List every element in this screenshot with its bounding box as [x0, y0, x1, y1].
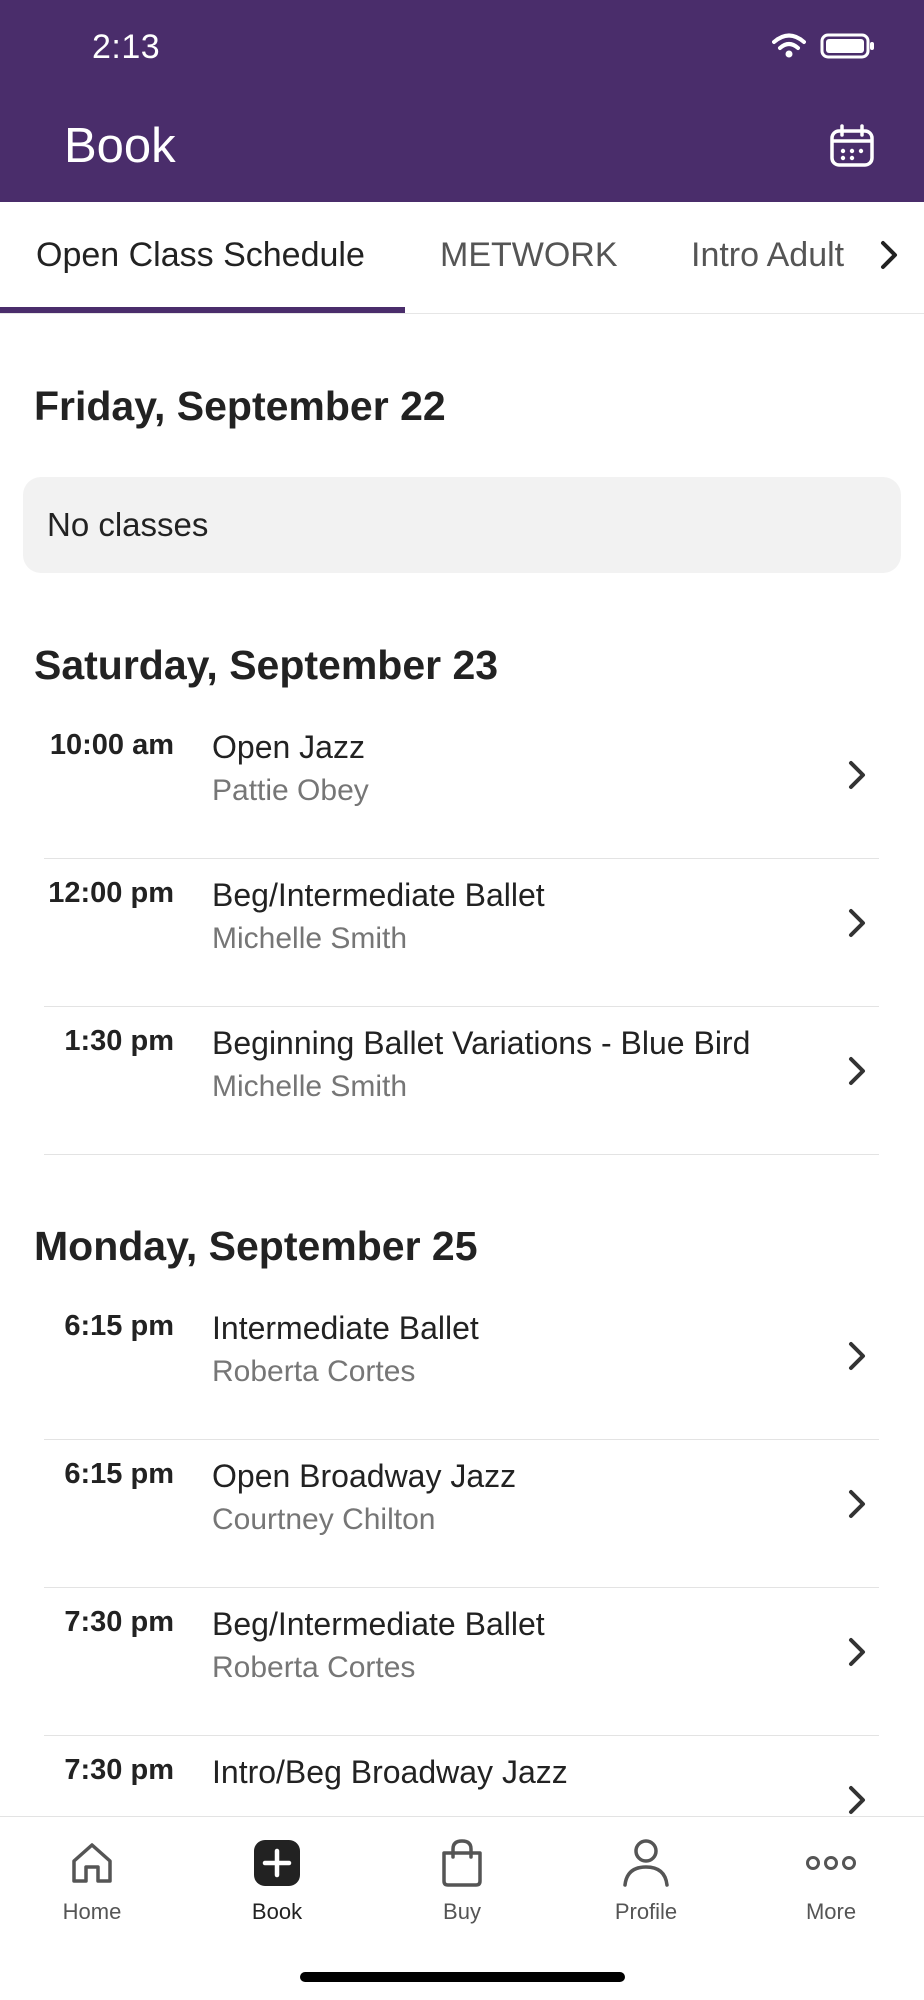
- page-title: Book: [64, 119, 176, 173]
- nav-label: More: [805, 1899, 857, 1924]
- class-name: Open Broadway Jazz: [212, 1458, 517, 1494]
- day-heading: Friday, September 22: [34, 383, 446, 429]
- nav-more[interactable]: More: [761, 1835, 901, 1925]
- class-time: 6:15 pm: [64, 1458, 174, 1490]
- chevron-right-icon: [849, 1490, 865, 1518]
- wifi-icon: [772, 33, 806, 64]
- nav-profile[interactable]: Profile: [576, 1835, 716, 1925]
- class-time: 12:00 pm: [48, 877, 174, 909]
- active-tab-indicator: [0, 307, 405, 313]
- chevron-right-icon: [880, 240, 898, 275]
- battery-icon: [820, 32, 876, 65]
- nav-label: Book: [251, 1899, 303, 1924]
- home-icon: [64, 1835, 120, 1891]
- class-row[interactable]: 10:00 am Open Jazz Pattie Obey: [44, 711, 879, 859]
- class-instructor: Pattie Obey: [212, 774, 369, 807]
- nav-home[interactable]: Home: [22, 1835, 162, 1925]
- class-instructor: Michelle Smith: [212, 922, 408, 955]
- more-dots-icon: [803, 1835, 859, 1891]
- calendar-icon: [829, 123, 875, 173]
- nav-label: Buy: [443, 1899, 481, 1924]
- tab-open-class-schedule[interactable]: Open Class Schedule: [36, 236, 365, 275]
- person-icon: [618, 1835, 674, 1891]
- chevron-right-icon: [849, 909, 865, 937]
- nav-label: Profile: [614, 1899, 678, 1924]
- tabs-scroll-right-button[interactable]: [854, 202, 924, 312]
- status-icons: [772, 32, 876, 65]
- app-header: 2:13 Book: [0, 0, 924, 202]
- schedule-tabs: Open Class Schedule METWORK Intro Adult …: [0, 202, 924, 314]
- plus-square-icon: [249, 1835, 305, 1891]
- chevron-right-icon: [849, 1057, 865, 1085]
- chevron-right-icon: [849, 1786, 865, 1814]
- nav-buy[interactable]: Buy: [392, 1835, 532, 1925]
- class-row[interactable]: 6:15 pm Open Broadway Jazz Courtney Chil…: [44, 1440, 879, 1588]
- class-row[interactable]: 12:00 pm Beg/Intermediate Ballet Michell…: [44, 859, 879, 1007]
- class-name: Open Jazz: [212, 729, 365, 765]
- status-time: 2:13: [92, 28, 161, 66]
- nav-label: Home: [62, 1899, 122, 1924]
- day-heading: Monday, September 25: [34, 1223, 478, 1269]
- class-instructor: Roberta Cortes: [212, 1355, 416, 1388]
- class-row[interactable]: 6:15 pm Intermediate Ballet Roberta Cort…: [44, 1292, 879, 1440]
- class-name: Intermediate Ballet: [212, 1310, 479, 1346]
- class-time: 7:30 pm: [64, 1606, 174, 1638]
- class-instructor: Roberta Cortes: [212, 1651, 416, 1684]
- class-time: 10:00 am: [49, 729, 174, 761]
- calendar-button[interactable]: [822, 120, 882, 176]
- class-time: 6:15 pm: [64, 1310, 174, 1342]
- home-indicator: [300, 1972, 625, 1982]
- class-row[interactable]: 7:30 pm Beg/Intermediate Ballet Roberta …: [44, 1588, 879, 1736]
- class-instructor: Courtney Chilton: [212, 1503, 436, 1536]
- no-classes-notice: No classes: [23, 477, 901, 573]
- class-instructor: Michelle Smith: [212, 1070, 408, 1103]
- tab-metwork[interactable]: METWORK: [440, 236, 618, 275]
- class-name: Beginning Ballet Variations - Blue Bird: [212, 1025, 751, 1061]
- chevron-right-icon: [849, 1638, 865, 1666]
- nav-book[interactable]: Book: [207, 1835, 347, 1925]
- chevron-right-icon: [849, 1342, 865, 1370]
- day-heading: Saturday, September 23: [34, 642, 499, 688]
- tab-intro-adult[interactable]: Intro Adult (: [691, 236, 865, 275]
- class-time: 1:30 pm: [64, 1025, 174, 1057]
- class-name: Intro/Beg Broadway Jazz: [212, 1754, 568, 1790]
- chevron-right-icon: [849, 761, 865, 789]
- class-row[interactable]: 1:30 pm Beginning Ballet Variations - Bl…: [44, 1007, 879, 1155]
- class-name: Beg/Intermediate Ballet: [212, 1606, 545, 1642]
- class-time: 7:30 pm: [64, 1754, 174, 1786]
- shopping-bag-icon: [434, 1835, 490, 1891]
- class-name: Beg/Intermediate Ballet: [212, 877, 545, 913]
